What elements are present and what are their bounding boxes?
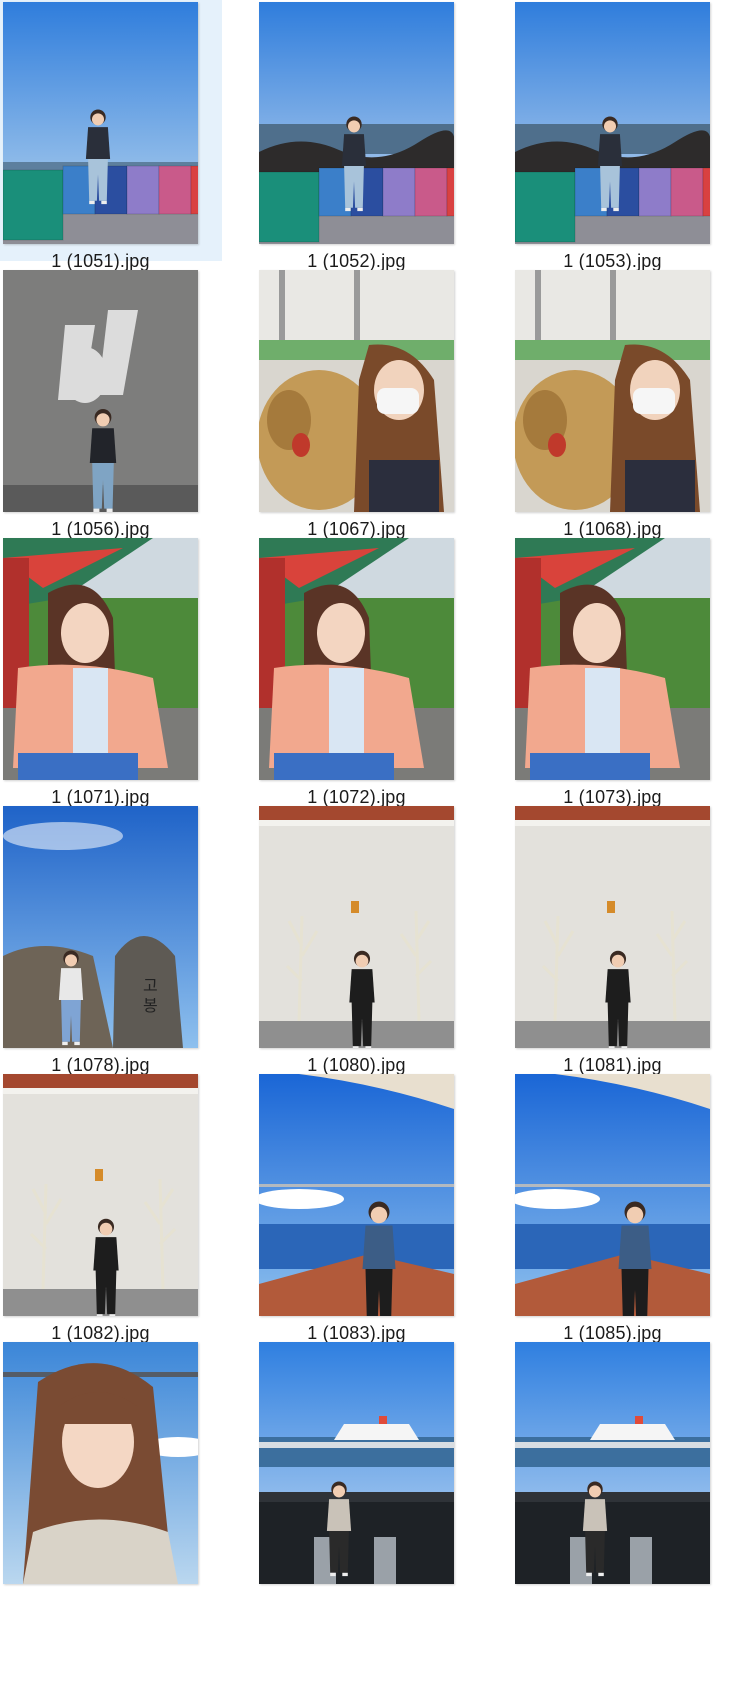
thumbnail-image — [3, 538, 198, 780]
thumbnail-image — [259, 1074, 454, 1316]
thumbnail-image — [259, 2, 454, 244]
thumbnail-image — [515, 1074, 710, 1316]
thumbnail-image — [515, 538, 710, 780]
thumbnail-image — [3, 2, 198, 244]
thumbnail-image — [515, 270, 710, 512]
svg-text:고: 고 — [143, 976, 158, 995]
file-thumbnail-tile[interactable] — [0, 1340, 240, 1623]
file-thumbnail-tile[interactable]: 1 (1080).jpg — [256, 804, 496, 1087]
thumbnail-image — [515, 806, 710, 1048]
file-thumbnail-tile[interactable]: 고 봉 1 (1078).jpg — [0, 804, 240, 1087]
file-thumbnail-grid: 1 (1051).jpg 1 (1052).jpg 1 (1053).jpg 1… — [0, 0, 755, 1698]
file-thumbnail-tile[interactable] — [512, 1340, 752, 1623]
file-thumbnail-tile[interactable]: 1 (1082).jpg — [0, 1072, 240, 1355]
file-thumbnail-tile[interactable]: 1 (1053).jpg — [512, 0, 752, 283]
file-thumbnail-tile[interactable]: 1 (1068).jpg — [512, 268, 752, 551]
thumbnail-image — [3, 270, 198, 512]
thumbnail-image: 고 봉 — [3, 806, 198, 1048]
svg-text:봉: 봉 — [143, 996, 158, 1015]
file-thumbnail-tile[interactable]: 1 (1051).jpg — [0, 0, 222, 271]
thumbnail-image — [259, 806, 454, 1048]
thumbnail-image — [515, 1342, 710, 1584]
thumbnail-image — [515, 2, 710, 244]
file-thumbnail-tile[interactable]: 1 (1073).jpg — [512, 536, 752, 819]
file-thumbnail-tile[interactable]: 1 (1081).jpg — [512, 804, 752, 1087]
file-thumbnail-tile[interactable]: 1 (1056).jpg — [0, 268, 240, 551]
thumbnail-image — [3, 1342, 198, 1584]
file-thumbnail-tile[interactable]: 1 (1071).jpg — [0, 536, 240, 819]
file-thumbnail-tile[interactable] — [256, 1340, 496, 1623]
thumbnail-image — [259, 538, 454, 780]
thumbnail-image — [3, 1074, 198, 1316]
thumbnail-image — [259, 270, 454, 512]
file-thumbnail-tile[interactable]: 1 (1072).jpg — [256, 536, 496, 819]
file-thumbnail-tile[interactable]: 1 (1085).jpg — [512, 1072, 752, 1355]
file-thumbnail-tile[interactable]: 1 (1067).jpg — [256, 268, 496, 551]
file-thumbnail-tile[interactable]: 1 (1083).jpg — [256, 1072, 496, 1355]
thumbnail-image — [259, 1342, 454, 1584]
file-thumbnail-tile[interactable]: 1 (1052).jpg — [256, 0, 496, 283]
